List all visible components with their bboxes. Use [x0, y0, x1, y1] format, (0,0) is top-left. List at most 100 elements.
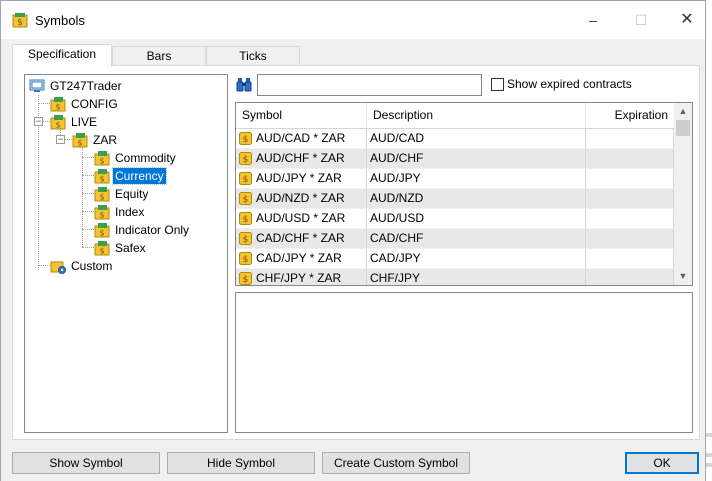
ok-button[interactable]: OK	[625, 452, 699, 474]
symbol-details-panel	[235, 292, 693, 433]
symbol-cell: AUD/JPY * ZAR	[256, 171, 342, 185]
tree-label-currency: Currency	[112, 167, 167, 185]
svg-text:$: $	[243, 255, 249, 265]
symbol-folder-icon: $	[94, 223, 110, 238]
minimize-button[interactable]: –	[583, 11, 603, 29]
symbols-dialog: $ Symbols – ☐ ✕ Specification Bars Ticks…	[0, 0, 706, 481]
table-row[interactable]: $ CAD/CHF * ZAR CAD/CHF	[236, 229, 674, 249]
description-cell: CHF/JPY	[367, 269, 586, 285]
table-row[interactable]: $ AUD/JPY * ZAR AUD/JPY	[236, 169, 674, 189]
tree-node-root[interactable]: GT247Trader	[29, 77, 124, 95]
tree-label-live: LIVE	[71, 115, 98, 129]
symbol-folder-icon: $	[50, 115, 66, 130]
tree-label-indicator-only: Indicator Only	[115, 223, 190, 237]
table-row[interactable]: $ AUD/CHF * ZAR AUD/CHF	[236, 149, 674, 169]
collapse-live-toggle[interactable]: −	[34, 117, 43, 126]
tree-node-commodity[interactable]: $ Commodity	[94, 149, 178, 167]
symbol-folder-icon: $	[94, 205, 110, 220]
table-row[interactable]: $ CAD/JPY * ZAR CAD/JPY	[236, 249, 674, 269]
scroll-down-icon[interactable]: ▼	[674, 268, 692, 284]
tree-node-equity[interactable]: $ Equity	[94, 185, 150, 203]
tree-node-config[interactable]: $ CONFIG	[50, 95, 120, 113]
column-header-expiration[interactable]: Expiration	[586, 103, 674, 128]
maximize-button[interactable]: ☐	[631, 11, 651, 29]
svg-text:$: $	[243, 275, 249, 285]
show-expired-label[interactable]: Show expired contracts	[507, 77, 632, 91]
svg-text:$: $	[77, 139, 82, 148]
expiration-cell	[586, 169, 674, 188]
expiration-cell	[586, 249, 674, 268]
table-row[interactable]: $ AUD/USD * ZAR AUD/USD	[236, 209, 674, 229]
svg-text:$: $	[99, 157, 104, 166]
column-header-description[interactable]: Description	[367, 103, 586, 128]
symbol-cell: CHF/JPY * ZAR	[256, 271, 342, 285]
symbol-folder-icon: $	[94, 151, 110, 166]
tree-label-safex: Safex	[115, 241, 146, 255]
svg-text:$: $	[243, 235, 249, 245]
expiration-cell	[586, 269, 674, 285]
show-symbol-button[interactable]: Show Symbol	[12, 452, 160, 474]
binoculars-icon[interactable]	[236, 78, 252, 92]
table-row[interactable]: $ CHF/JPY * ZAR CHF/JPY	[236, 269, 674, 285]
tree-node-index[interactable]: $ Index	[94, 203, 146, 221]
tree-label-commodity: Commodity	[115, 151, 176, 165]
symbol-folder-icon: $	[94, 187, 110, 202]
description-cell: AUD/CAD	[367, 129, 586, 148]
symbol-folder-icon: $	[50, 97, 66, 112]
custom-folder-icon	[50, 261, 66, 274]
tab-specification[interactable]: Specification	[12, 44, 112, 67]
symbol-cell: AUD/NZD * ZAR	[256, 191, 345, 205]
expiration-cell	[586, 129, 674, 148]
table-vertical-scrollbar[interactable]: ▲ ▼	[674, 103, 692, 285]
table-row[interactable]: $ AUD/NZD * ZAR AUD/NZD	[236, 189, 674, 209]
close-button[interactable]: ✕	[677, 11, 697, 29]
create-custom-symbol-button[interactable]: Create Custom Symbol	[322, 452, 470, 474]
column-header-symbol[interactable]: Symbol	[236, 103, 367, 128]
show-expired-checkbox[interactable]	[491, 78, 504, 91]
tree-label-equity: Equity	[115, 187, 149, 201]
collapse-zar-toggle[interactable]: −	[56, 135, 65, 144]
svg-text:$: $	[99, 247, 104, 256]
description-cell: CAD/JPY	[367, 249, 586, 268]
svg-text:$: $	[243, 215, 249, 225]
symbol-search-input[interactable]	[257, 74, 482, 96]
tree-node-zar[interactable]: $ ZAR	[72, 131, 119, 149]
tree-label-custom: Custom	[71, 259, 113, 273]
symbol-tree[interactable]: − − GT247Trader $ CONFIG $ LIVE $ ZAR $ …	[24, 74, 228, 433]
symbol-icon: $	[239, 272, 252, 285]
svg-text:$: $	[243, 195, 249, 205]
svg-text:$: $	[99, 193, 104, 202]
symbol-icon: $	[239, 232, 252, 245]
tab-ticks[interactable]: Ticks	[206, 46, 300, 66]
tree-node-indicator-only[interactable]: $ Indicator Only	[94, 221, 191, 239]
hide-symbol-button[interactable]: Hide Symbol	[167, 452, 315, 474]
scroll-up-icon[interactable]: ▲	[674, 103, 692, 119]
symbol-icon: $	[239, 252, 252, 265]
tree-label-config: CONFIG	[71, 97, 118, 111]
symbols-table: Symbol Description Expiration $ AUD/CAD *…	[235, 102, 693, 286]
window-title: Symbols	[35, 13, 85, 28]
table-header: Symbol Description Expiration	[236, 103, 674, 129]
description-cell: CAD/CHF	[367, 229, 586, 248]
svg-text:$: $	[243, 175, 249, 185]
symbol-cell: AUD/USD * ZAR	[256, 211, 346, 225]
symbol-cell: CAD/JPY * ZAR	[256, 251, 342, 265]
scroll-thumb[interactable]	[676, 120, 690, 136]
symbol-icon: $	[239, 212, 252, 225]
tree-node-currency[interactable]: $ Currency	[94, 167, 167, 185]
tab-bars[interactable]: Bars	[112, 46, 206, 66]
tree-node-custom[interactable]: Custom	[50, 257, 114, 275]
symbols-app-icon: $	[12, 13, 28, 28]
svg-text:$: $	[17, 18, 23, 28]
tree-node-live[interactable]: $ LIVE	[50, 113, 99, 131]
symbol-cell: AUD/CHF * ZAR	[256, 151, 345, 165]
table-row[interactable]: $ AUD/CAD * ZAR AUD/CAD	[236, 129, 674, 149]
description-cell: AUD/USD	[367, 209, 586, 228]
title-bar: $ Symbols – ☐ ✕	[1, 1, 705, 39]
symbol-folder-icon: $	[94, 241, 110, 256]
svg-text:$: $	[99, 175, 104, 184]
tree-label-index: Index	[115, 205, 145, 219]
tree-node-safex[interactable]: $ Safex	[94, 239, 148, 257]
expiration-cell	[586, 149, 674, 168]
symbol-folder-icon: $	[94, 169, 110, 184]
